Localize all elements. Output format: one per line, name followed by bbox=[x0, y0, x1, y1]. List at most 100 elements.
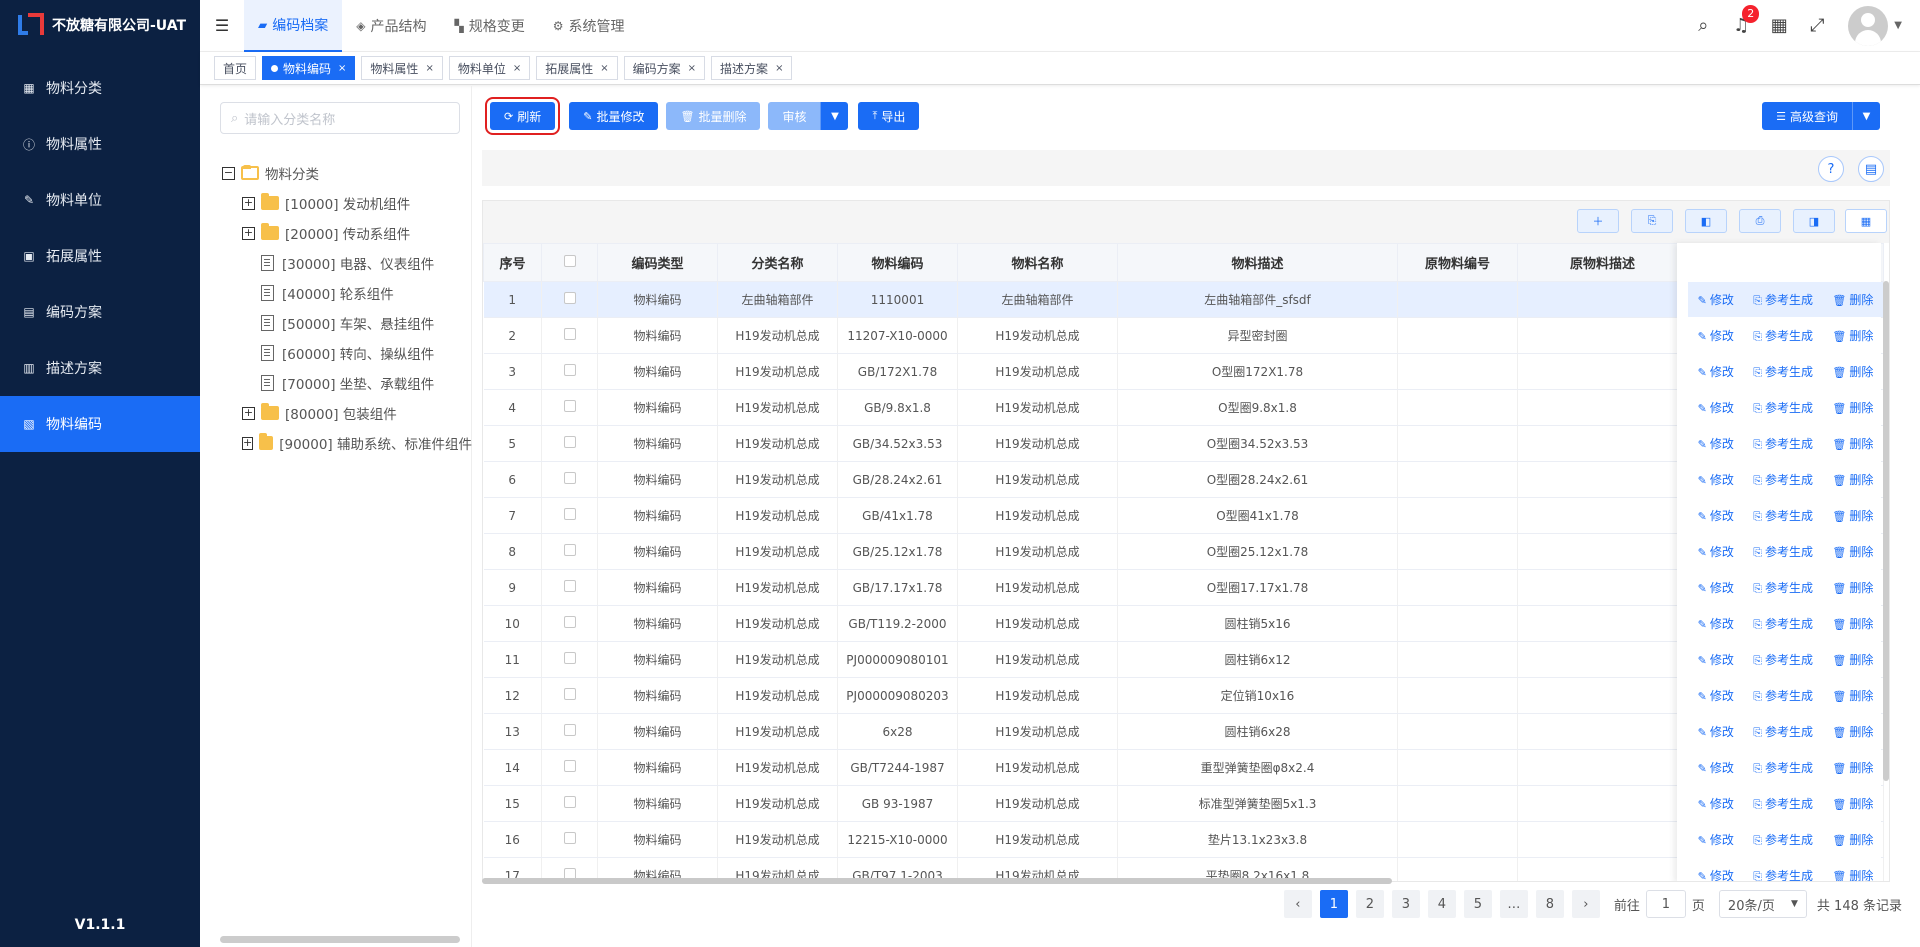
import-icon[interactable]: ◧ bbox=[1685, 209, 1727, 233]
table-row[interactable]: 3 物料编码 H19发动机总成 GB/172X1.78 H19发动机总成 O型圈172X1… bbox=[483, 353, 1884, 390]
table-row[interactable]: 7 物料编码 H19发动机总成 GB/41x1.78 H19发动机总成 O型圈41x1.7… bbox=[483, 497, 1884, 534]
close-icon[interactable]: × bbox=[338, 63, 346, 74]
tab-2[interactable]: 物料属性 × bbox=[361, 56, 443, 80]
row-checkbox[interactable] bbox=[563, 724, 576, 736]
op-copy-link[interactable]: ⎘ 参考生成 bbox=[1753, 399, 1813, 416]
expand-icon[interactable]: + bbox=[242, 196, 255, 210]
row-checkbox[interactable] bbox=[563, 616, 576, 628]
op-copy-link[interactable]: ⎘ 参考生成 bbox=[1753, 507, 1813, 524]
op-edit-link[interactable]: ✎ 修改 bbox=[1698, 327, 1734, 344]
op-edit-link[interactable]: ✎ 修改 bbox=[1698, 543, 1734, 560]
op-edit-link[interactable]: ✎ 修改 bbox=[1698, 687, 1734, 704]
op-trash-link[interactable]: 🗑 删除 bbox=[1832, 651, 1873, 668]
goto-page-input[interactable]: 1 bbox=[1645, 890, 1686, 918]
row-checkbox[interactable] bbox=[563, 760, 576, 772]
op-edit-link[interactable]: ✎ 修改 bbox=[1698, 723, 1734, 740]
tree-node[interactable]: [70000] 坐垫、承载组件 bbox=[222, 368, 472, 398]
expand-icon[interactable]: + bbox=[242, 406, 255, 420]
table-row[interactable]: 9 物料编码 H19发动机总成 GB/17.17x1.78 H19发动机总成 O型圈17.… bbox=[483, 569, 1884, 606]
tree-search-input[interactable]: ⌕ 请输入分类名称 bbox=[220, 102, 460, 134]
table-row[interactable]: 11 物料编码 H19发动机总成 PJ000009080101 H19发动机总成 圆柱销6… bbox=[483, 641, 1884, 678]
op-trash-link[interactable]: 🗑 删除 bbox=[1832, 435, 1873, 452]
op-trash-link[interactable]: 🗑 删除 bbox=[1832, 327, 1873, 344]
tree-scrollbar[interactable] bbox=[220, 936, 460, 943]
help-icon[interactable]: ? bbox=[1818, 156, 1844, 182]
sidebar-item-5[interactable]: ▥ 描述方案 bbox=[0, 340, 200, 396]
tab-4[interactable]: 拓展属性 × bbox=[536, 56, 618, 80]
table-row[interactable]: 6 物料编码 H19发动机总成 GB/28.24x2.61 H19发动机总成 O型圈28.… bbox=[483, 461, 1884, 498]
sidebar-item-3[interactable]: ▣ 拓展属性 bbox=[0, 228, 200, 284]
op-trash-link[interactable]: 🗑 删除 bbox=[1832, 759, 1873, 776]
search-icon[interactable]: ⌕ bbox=[1684, 15, 1722, 36]
row-checkbox[interactable] bbox=[563, 796, 576, 808]
sidebar-item-4[interactable]: ▤ 编码方案 bbox=[0, 284, 200, 340]
op-copy-link[interactable]: ⎘ 参考生成 bbox=[1753, 687, 1813, 704]
op-edit-link[interactable]: ✎ 修改 bbox=[1698, 759, 1734, 776]
table-row[interactable]: 5 物料编码 H19发动机总成 GB/34.52x3.53 H19发动机总成 O型圈34.… bbox=[483, 425, 1884, 462]
tree-node[interactable]: + [20000] 传动系组件 bbox=[222, 218, 472, 248]
tree-node[interactable]: + [90000] 辅助系统、标准件组件 bbox=[222, 428, 472, 458]
table-row[interactable]: 13 物料编码 H19发动机总成 6x28 H19发动机总成 圆柱销6x28 ✎ 修改 ⎘ 参考生… bbox=[483, 713, 1884, 750]
horizontal-scrollbar[interactable] bbox=[482, 878, 1392, 884]
page-button[interactable]: 5 bbox=[1463, 890, 1492, 918]
close-icon[interactable]: × bbox=[688, 63, 696, 74]
op-edit-link[interactable]: ✎ 修改 bbox=[1698, 615, 1734, 632]
table-row[interactable]: 15 物料编码 H19发动机总成 GB 93-1987 H19发动机总成 标准型弹簧垫圈5… bbox=[483, 785, 1884, 822]
column-header[interactable] bbox=[541, 243, 598, 282]
sidebar-item-0[interactable]: ▦ 物料分类 bbox=[0, 60, 200, 116]
tab-3[interactable]: 物料单位 × bbox=[448, 56, 531, 80]
row-checkbox[interactable] bbox=[563, 580, 576, 592]
row-checkbox[interactable] bbox=[563, 292, 576, 304]
export-button[interactable]: ⤒ 导出 bbox=[858, 102, 920, 130]
review-button[interactable]: 审核 bbox=[768, 102, 821, 130]
row-checkbox[interactable] bbox=[563, 364, 576, 376]
op-trash-link[interactable]: 🗑 删除 bbox=[1832, 867, 1873, 881]
op-copy-link[interactable]: ⎘ 参考生成 bbox=[1753, 723, 1813, 740]
op-trash-link[interactable]: 🗑 删除 bbox=[1832, 363, 1873, 380]
top-nav-item-1[interactable]: ◈ 产品结构 bbox=[342, 0, 440, 52]
op-copy-link[interactable]: ⎘ 参考生成 bbox=[1753, 795, 1813, 812]
chevron-down-icon[interactable]: ▼ bbox=[1894, 20, 1902, 31]
qrcode-icon[interactable]: ▦ bbox=[1760, 15, 1798, 36]
page-button[interactable]: 8 bbox=[1535, 890, 1564, 918]
row-checkbox[interactable] bbox=[563, 652, 576, 664]
close-icon[interactable]: × bbox=[600, 63, 608, 74]
fullscreen-icon[interactable]: ⤢ bbox=[1798, 15, 1836, 36]
export-icon[interactable]: ◨ bbox=[1793, 209, 1835, 233]
sidebar-item-6[interactable]: ▧ 物料编码 bbox=[0, 396, 200, 452]
page-button[interactable]: 2 bbox=[1355, 890, 1384, 918]
op-edit-link[interactable]: ✎ 修改 bbox=[1698, 471, 1734, 488]
op-copy-link[interactable]: ⎘ 参考生成 bbox=[1753, 615, 1813, 632]
op-edit-link[interactable]: ✎ 修改 bbox=[1698, 435, 1734, 452]
op-trash-link[interactable]: 🗑 删除 bbox=[1832, 507, 1873, 524]
row-checkbox[interactable] bbox=[563, 544, 576, 556]
expand-icon[interactable]: + bbox=[242, 226, 255, 240]
op-copy-link[interactable]: ⎘ 参考生成 bbox=[1753, 291, 1813, 308]
close-icon[interactable]: × bbox=[775, 63, 783, 74]
collapse-menu-icon[interactable]: ☰ bbox=[200, 16, 244, 35]
tree-node[interactable]: [50000] 车架、悬挂组件 bbox=[222, 308, 472, 338]
chevron-down-icon[interactable]: ▼ bbox=[820, 102, 849, 130]
close-icon[interactable]: × bbox=[513, 63, 521, 74]
page-button[interactable]: 3 bbox=[1391, 890, 1420, 918]
tab-5[interactable]: 编码方案 × bbox=[623, 56, 706, 80]
row-checkbox[interactable] bbox=[563, 508, 576, 520]
prev-page-button[interactable]: ‹ bbox=[1283, 890, 1312, 918]
op-edit-link[interactable]: ✎ 修改 bbox=[1698, 507, 1734, 524]
op-copy-link[interactable]: ⎘ 参考生成 bbox=[1753, 651, 1813, 668]
op-trash-link[interactable]: 🗑 删除 bbox=[1832, 579, 1873, 596]
column-settings-icon[interactable]: ▦ bbox=[1845, 209, 1887, 233]
tree-node[interactable]: [40000] 轮系组件 bbox=[222, 278, 472, 308]
chevron-down-icon[interactable]: ▼ bbox=[1852, 102, 1880, 130]
tab-0[interactable]: 首页 bbox=[214, 56, 257, 80]
batch-edit-button[interactable]: ✎ 批量修改 bbox=[569, 102, 659, 130]
op-edit-link[interactable]: ✎ 修改 bbox=[1698, 579, 1734, 596]
table-row[interactable]: 12 物料编码 H19发动机总成 PJ000009080203 H19发动机总成 定位销1… bbox=[483, 677, 1884, 714]
page-size-select[interactable]: 20条/页 ▼ bbox=[1718, 890, 1807, 918]
op-edit-link[interactable]: ✎ 修改 bbox=[1698, 399, 1734, 416]
tree-node[interactable]: + [80000] 包装组件 bbox=[222, 398, 472, 428]
table-row[interactable]: 14 物料编码 H19发动机总成 GB/T7244-1987 H19发动机总成 重型弹簧垫… bbox=[483, 749, 1884, 786]
row-checkbox[interactable] bbox=[563, 328, 576, 340]
vertical-scrollbar[interactable] bbox=[1883, 281, 1889, 781]
op-edit-link[interactable]: ✎ 修改 bbox=[1698, 363, 1734, 380]
